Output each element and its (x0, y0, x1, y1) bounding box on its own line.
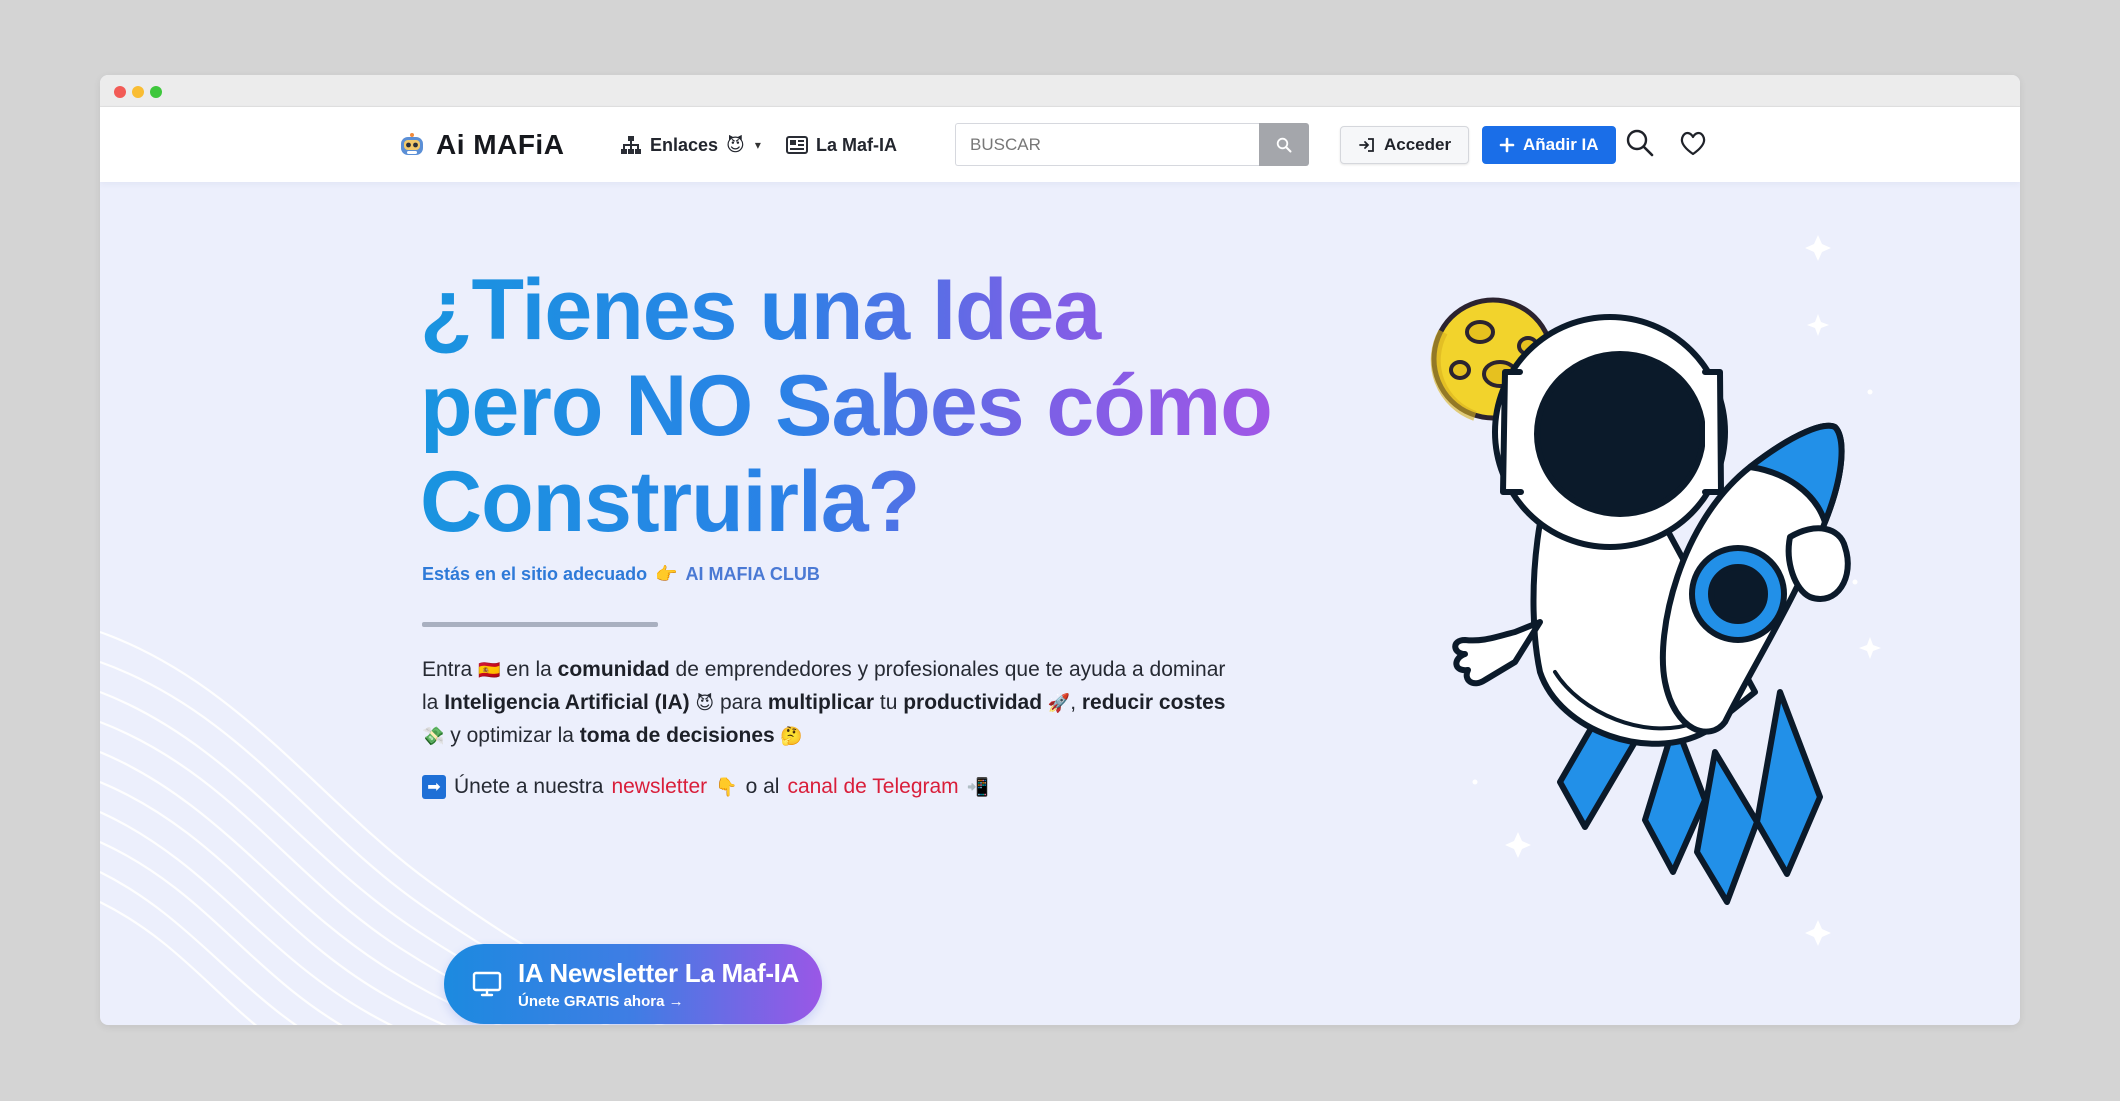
money-emoji: 💸 (422, 726, 445, 747)
search-icon[interactable] (1624, 127, 1656, 159)
menu-enlaces[interactable]: Enlaces 😈 ▾ (620, 127, 761, 163)
newspaper-icon (786, 136, 808, 154)
cta-subtitle: Únete GRATIS ahora → (518, 993, 684, 1010)
menu-maf-label: La Maf-IA (816, 134, 897, 155)
point-down-emoji: 👇 (715, 776, 738, 798)
menu-la-maf-ia[interactable]: La Maf-IA (786, 127, 897, 163)
newsletter-link[interactable]: newsletter (611, 775, 707, 799)
subtitle-prefix: Estás en el sitio adecuado (422, 564, 648, 584)
hero-headline: ¿Tienes una Idea pero NO Sabes cómo Cons… (420, 262, 1320, 550)
pointing-hand-emoji: 👉 (655, 564, 678, 585)
section-divider (422, 622, 658, 627)
headline-line-1: ¿Tienes una Idea (420, 262, 1101, 358)
newsletter-cta-button[interactable]: IA Newsletter La Maf-IA Únete GRATIS aho… (444, 944, 822, 1024)
devil-emoji: 😈 (726, 134, 745, 156)
anadir-ia-label: Añadir IA (1523, 135, 1599, 154)
cta-title: IA Newsletter La Maf-IA (518, 958, 800, 988)
spain-flag-emoji: 🇪🇸 (478, 660, 501, 681)
hero-section: ¿Tienes una Idea pero NO Sabes cómo Cons… (100, 182, 2020, 1025)
top-navbar: Ai MAFiA Enlaces 😈 ▾ La Maf-IA BUSCAR Ac… (100, 107, 2020, 182)
search-bar (955, 123, 1309, 166)
rocket-emoji: 🚀 (1042, 693, 1071, 714)
sitemap-icon (621, 136, 641, 154)
headline-line-2: pero NO Sabes cómo (420, 358, 1272, 454)
join-line: ➡ Únete a nuestra newsletter 👇 o al cana… (422, 775, 989, 799)
para-text-5: tu (874, 691, 904, 714)
robot-logo-icon (401, 133, 423, 155)
acceder-label: Acceder (1384, 135, 1452, 154)
heart-icon[interactable] (1677, 127, 1709, 159)
devil-emoji: 😈 (689, 693, 715, 714)
para-text-1: Entra (422, 658, 479, 681)
close-window-button[interactable] (114, 86, 126, 98)
astronaut-rocket-illustration (1430, 235, 1881, 946)
plus-icon (1499, 137, 1515, 153)
menu-enlaces-label: Enlaces (650, 134, 719, 155)
subtitle-club-name: AI MAFIA CLUB (685, 564, 820, 584)
anadir-ia-button[interactable]: Añadir IA (1482, 126, 1616, 164)
para-text-4: para (714, 691, 768, 714)
para-bold-ia: Inteligencia Artificial (IA) (444, 691, 690, 714)
window-titlebar (100, 75, 2020, 107)
monitor-icon (472, 971, 502, 997)
para-bold-toma-decisiones: toma de decisiones (579, 724, 775, 747)
search-icon (1276, 137, 1292, 152)
para-text-6: , (1070, 691, 1082, 714)
para-text-7: y optimizar la (444, 724, 580, 747)
acceder-button[interactable]: Acceder (1340, 126, 1470, 164)
maximize-window-button[interactable] (150, 86, 162, 98)
join-text-2: o al (745, 775, 780, 798)
join-text-1: Únete a nuestra (454, 775, 604, 798)
para-bold-comunidad: comunidad (557, 658, 670, 681)
hero-description: Entra 🇪🇸 en la comunidad de emprendedore… (422, 654, 1242, 753)
phone-emoji: 📲 (966, 776, 990, 798)
minimize-window-button[interactable] (132, 86, 144, 98)
telegram-link[interactable]: canal de Telegram (787, 775, 958, 799)
brand-name: Ai MAFiA (436, 129, 565, 160)
search-submit-button[interactable] (1259, 123, 1309, 166)
brand-logo[interactable]: Ai MAFiA (398, 127, 564, 163)
search-input[interactable] (955, 123, 1259, 166)
para-bold-multiplicar: multiplicar (767, 691, 875, 714)
para-bold-reducir-costes: reducir costes (1081, 691, 1226, 714)
para-text-2: en la (500, 658, 558, 681)
hero-subtitle: Estás en el sitio adecuado 👉 AI MAFIA CL… (422, 564, 820, 585)
headline-line-3: Construirla? (420, 454, 920, 550)
para-bold-productividad: productividad (903, 691, 1043, 714)
chevron-down-icon: ▾ (754, 138, 761, 152)
cta-text: IA Newsletter La Maf-IA Únete GRATIS aho… (518, 958, 799, 1010)
thinking-emoji: 🤔 (774, 726, 803, 747)
right-arrow-icon: ➡ (422, 775, 446, 799)
browser-window: Ai MAFiA Enlaces 😈 ▾ La Maf-IA BUSCAR Ac… (100, 75, 2020, 1025)
login-icon (1359, 138, 1374, 152)
